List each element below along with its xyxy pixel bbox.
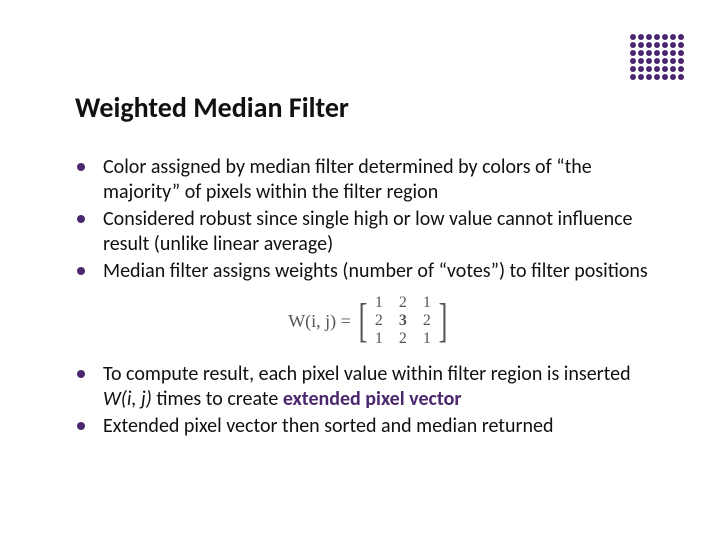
- decor-dot-icon: [638, 66, 644, 72]
- decor-dot-icon: [630, 50, 636, 56]
- matrix-cell: 2: [391, 330, 415, 348]
- decor-dot-icon: [654, 34, 660, 40]
- decor-dot-icon: [630, 58, 636, 64]
- decor-dot-icon: [638, 74, 644, 80]
- decor-dot-icon: [678, 34, 684, 40]
- matrix-cell: 1: [415, 294, 439, 312]
- decor-dot-icon: [662, 74, 668, 80]
- decor-dot-icon: [646, 34, 652, 40]
- decor-dot-icon: [638, 34, 644, 40]
- decor-dot-icon: [630, 66, 636, 72]
- bullet-text: To compute result, each pixel value with…: [103, 362, 631, 386]
- bullet-item: Extended pixel vector then sorted and me…: [75, 414, 660, 439]
- decor-dot-icon: [662, 50, 668, 56]
- matrix-cell: 1: [367, 294, 391, 312]
- decor-dot-icon: [670, 34, 676, 40]
- bullet-item: Considered robust since single high or l…: [75, 207, 660, 257]
- decor-dot-icon: [638, 50, 644, 56]
- decor-dot-icon: [654, 58, 660, 64]
- decor-dot-icon: [638, 42, 644, 48]
- decor-dot-icon: [662, 58, 668, 64]
- matrix-cell: 2: [391, 294, 415, 312]
- bullet-item: To compute result, each pixel value with…: [75, 362, 660, 412]
- decor-dot-icon: [678, 74, 684, 80]
- decor-dot-icon: [662, 66, 668, 72]
- decor-dot-icon: [646, 74, 652, 80]
- decor-dot-icon: [630, 34, 636, 40]
- decor-dot-icon: [654, 42, 660, 48]
- matrix-cell-center: 3: [391, 312, 415, 330]
- decor-dot-icon: [662, 34, 668, 40]
- decor-dot-grid: [630, 34, 686, 82]
- inline-italic: W(i, j): [103, 387, 152, 411]
- bracket-left-icon: [: [358, 297, 367, 345]
- decor-dot-icon: [654, 66, 660, 72]
- decor-dot-icon: [670, 58, 676, 64]
- decor-dot-icon: [654, 74, 660, 80]
- matrix-cell: 1: [367, 330, 391, 348]
- decor-dot-icon: [646, 58, 652, 64]
- decor-dot-icon: [646, 66, 652, 72]
- decor-dot-icon: [646, 50, 652, 56]
- decor-dot-icon: [638, 58, 644, 64]
- bullet-list-top: Color assigned by median filter determin…: [75, 155, 660, 284]
- decor-dot-icon: [670, 66, 676, 72]
- bullet-text: times to create: [152, 387, 283, 411]
- bullet-item: Color assigned by median filter determin…: [75, 155, 660, 205]
- decor-dot-icon: [654, 50, 660, 56]
- bullet-item: Median filter assigns weights (number of…: [75, 259, 660, 284]
- matrix-cell: 1: [415, 330, 439, 348]
- bullet-list-bottom: To compute result, each pixel value with…: [75, 362, 660, 439]
- matrix-table: 1 2 1 2 3 2 1 2 1: [367, 294, 439, 348]
- matrix-lhs: W(i, j) =: [288, 311, 351, 332]
- slide: Weighted Median Filter Color assigned by…: [0, 0, 720, 540]
- decor-dot-icon: [662, 42, 668, 48]
- matrix-cell: 2: [367, 312, 391, 330]
- weight-matrix: W(i, j) = [ 1 2 1 2 3 2 1 2 1: [75, 294, 660, 348]
- decor-dot-icon: [630, 42, 636, 48]
- slide-title: Weighted Median Filter: [75, 90, 660, 125]
- decor-dot-icon: [646, 42, 652, 48]
- decor-dot-icon: [678, 50, 684, 56]
- inline-accent: extended pixel vector: [283, 387, 462, 411]
- decor-dot-icon: [670, 42, 676, 48]
- decor-dot-icon: [670, 50, 676, 56]
- decor-dot-icon: [630, 74, 636, 80]
- decor-dot-icon: [678, 42, 684, 48]
- decor-dot-icon: [670, 74, 676, 80]
- decor-dot-icon: [678, 58, 684, 64]
- decor-dot-icon: [678, 66, 684, 72]
- bracket-right-icon: ]: [438, 297, 447, 345]
- matrix-cell: 2: [415, 312, 439, 330]
